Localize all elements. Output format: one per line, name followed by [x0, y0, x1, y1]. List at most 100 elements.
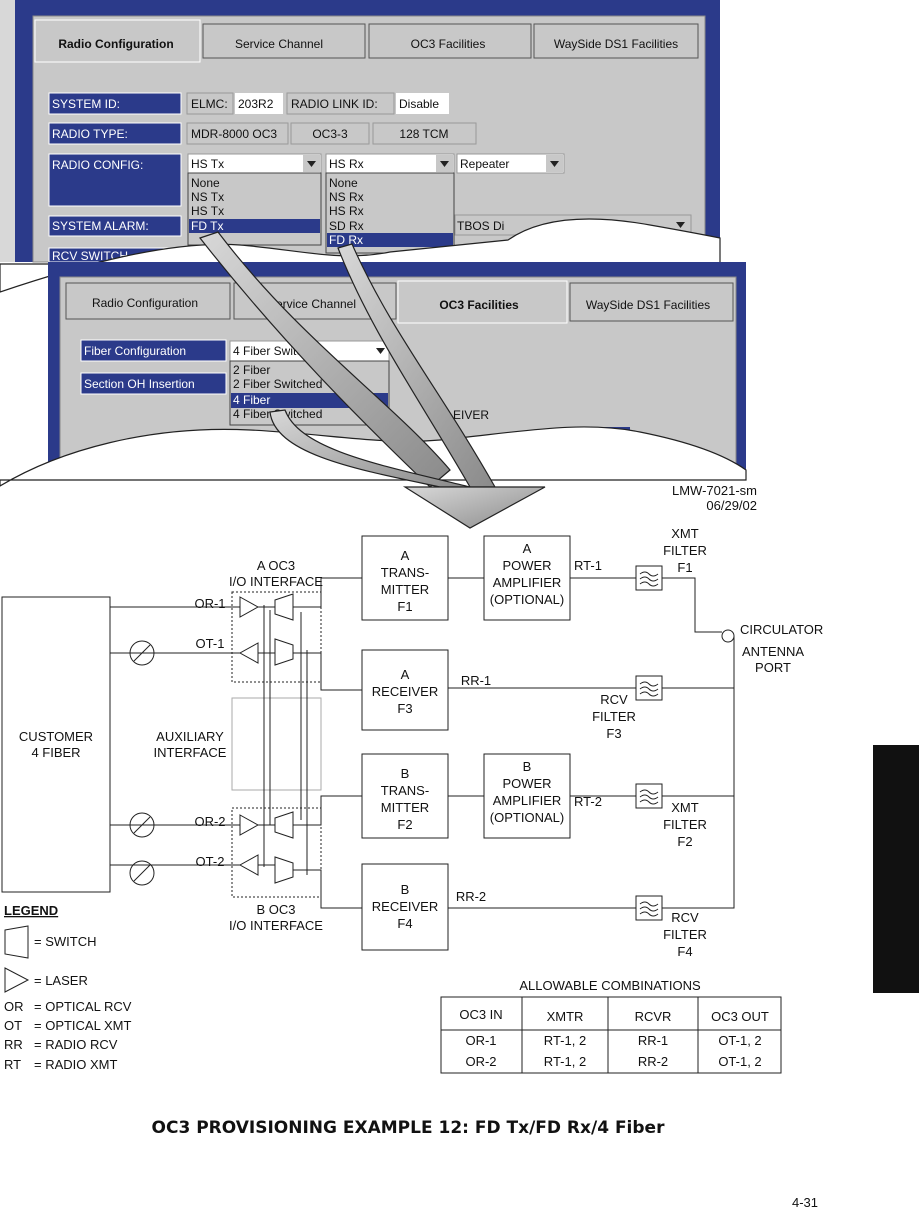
label-text: FILTER — [663, 817, 707, 832]
drawing-id: LMW-7021-sm — [672, 483, 757, 498]
filter-icon — [635, 565, 663, 591]
switch-icon — [274, 593, 294, 621]
label-text: FILTER — [663, 927, 707, 942]
label-text: OT-1, 2 — [718, 1054, 761, 1069]
label-text: (OPTIONAL) — [490, 592, 564, 607]
radio-link-id-value: Disable — [399, 97, 439, 111]
elmc-label: ELMC: — [191, 97, 228, 111]
section-tab — [873, 745, 919, 993]
label-text: POWER — [502, 558, 551, 573]
switch-icon — [4, 925, 29, 959]
tab-service-channel[interactable]: Service Channel — [202, 23, 366, 59]
filter-icon — [635, 895, 663, 921]
laser-icon — [239, 814, 260, 836]
switch-icon — [274, 638, 294, 666]
label-text: LEGEND — [4, 903, 58, 918]
block-diagram: LMW-7021-sm 06/29/02 CUSTOMER 4 FIBER A … — [1, 483, 823, 959]
rx-option[interactable]: NS Rx — [329, 190, 364, 204]
label-text: = RADIO RCV — [34, 1037, 118, 1052]
label-text: WaySide DS1 Facilities — [554, 37, 678, 51]
label-text: TRANS- — [381, 565, 429, 580]
tab-oc3-facilities[interactable]: OC3 Facilities — [397, 280, 568, 324]
radio-config-label: RADIO CONFIG: — [52, 158, 143, 172]
label-text: B OC3 — [256, 902, 295, 917]
rx-option-selected[interactable]: FD Rx — [329, 233, 363, 247]
label-text: OT-1, 2 — [718, 1033, 761, 1048]
fiber-option[interactable]: 2 Fiber Switched — [233, 377, 322, 391]
label-text: F2 — [677, 834, 692, 849]
label-text: RT-1 — [574, 558, 602, 573]
label-text: XMTR — [547, 1009, 584, 1024]
label-text: 4 FIBER — [31, 745, 80, 760]
tab-wayside-ds1[interactable]: WaySide DS1 Facilities — [569, 282, 734, 322]
system-id-label: SYSTEM ID: — [52, 97, 120, 111]
label-text: OR-2 — [194, 814, 225, 829]
rx-options-list: None NS Rx HS Rx SD Rx FD Rx — [325, 172, 455, 254]
label-text: Repeater — [460, 157, 509, 171]
label-text: AMPLIFIER — [493, 793, 562, 808]
label-text: OT — [4, 1018, 22, 1033]
page-number: 4-31 — [792, 1195, 818, 1210]
radio-type-label: RADIO TYPE: — [52, 127, 128, 141]
b-oc3-interface — [231, 807, 322, 898]
label-text: INTERFACE — [154, 745, 227, 760]
label-text: MITTER — [381, 800, 429, 815]
label-text: HS Tx — [191, 157, 224, 171]
label-text: HS Rx — [329, 157, 364, 171]
label-text: CIRCULATOR — [740, 622, 823, 637]
label-text: OR-1 — [465, 1033, 496, 1048]
rx-select[interactable]: HS Rx — [325, 153, 455, 174]
label-text: AUXILIARY — [156, 729, 224, 744]
label-text: Radio Configuration — [92, 296, 198, 310]
switch-icon — [274, 811, 294, 839]
label-text: A OC3 — [257, 558, 295, 573]
elmc-value: 203R2 — [238, 97, 274, 111]
label-text: I/O INTERFACE — [229, 918, 323, 933]
tx-option-selected[interactable]: FD Tx — [191, 219, 223, 233]
radio-type-model: MDR-8000 OC3 — [191, 127, 277, 141]
tx-option[interactable]: NS Tx — [191, 190, 224, 204]
label-text: F1 — [677, 560, 692, 575]
legend: LEGEND = SWITCH = LASER OR = OPTICAL RCV … — [4, 903, 132, 1072]
radio-type-rate: OC3-3 — [312, 127, 348, 141]
tab-radio-configuration[interactable]: Radio Configuration — [65, 282, 231, 320]
rx-option[interactable]: HS Rx — [329, 204, 364, 218]
switch-icon — [274, 856, 294, 884]
label-text: RR-2 — [638, 1054, 668, 1069]
tx-option[interactable]: None — [191, 176, 220, 190]
rx-option[interactable]: None — [329, 176, 358, 190]
fiber-option[interactable]: 2 Fiber — [233, 363, 270, 377]
label-text: FILTER — [592, 709, 636, 724]
tx-select[interactable]: HS Tx — [187, 153, 322, 174]
label-text: F4 — [677, 944, 692, 959]
tx-option[interactable]: HS Tx — [191, 204, 224, 218]
label-text: RR-1 — [461, 673, 491, 688]
tab-wayside-ds1[interactable]: WaySide DS1 Facilities — [533, 23, 699, 59]
filter-icon — [635, 675, 663, 701]
rx-option[interactable]: SD Rx — [329, 219, 364, 233]
label-text: = RADIO XMT — [34, 1057, 117, 1072]
tab-radio-configuration[interactable]: Radio Configuration — [34, 19, 201, 63]
filter-icon — [635, 783, 663, 809]
label-text: A — [401, 548, 410, 563]
label-text: MITTER — [381, 582, 429, 597]
label-text: RECEIVER — [372, 899, 438, 914]
mode-select[interactable]: Repeater — [456, 153, 565, 174]
label-text: = SWITCH — [34, 934, 96, 949]
label-text: F3 — [397, 701, 412, 716]
laser-icon — [239, 596, 260, 618]
label-text: F2 — [397, 817, 412, 832]
label-text: AMPLIFIER — [493, 575, 562, 590]
section-oh-label: Section OH Insertion — [84, 377, 195, 391]
tx-options-list: None NS Tx HS Tx FD Tx — [187, 172, 322, 246]
label-text: OC3 Facilities — [411, 37, 486, 51]
fiber-option-selected[interactable]: 4 Fiber — [233, 393, 270, 407]
laser-icon — [238, 642, 259, 664]
label-text: RCVR — [635, 1009, 672, 1024]
allowable-combinations-table: ALLOWABLE COMBINATIONS OC3 IN XMTR RCVR … — [440, 978, 782, 1074]
tab-oc3-facilities[interactable]: OC3 Facilities — [368, 23, 532, 59]
label-text: WaySide DS1 Facilities — [586, 298, 710, 312]
label-text: A — [401, 667, 410, 682]
label-text: RCV — [671, 910, 699, 925]
label-text: OR-2 — [465, 1054, 496, 1069]
